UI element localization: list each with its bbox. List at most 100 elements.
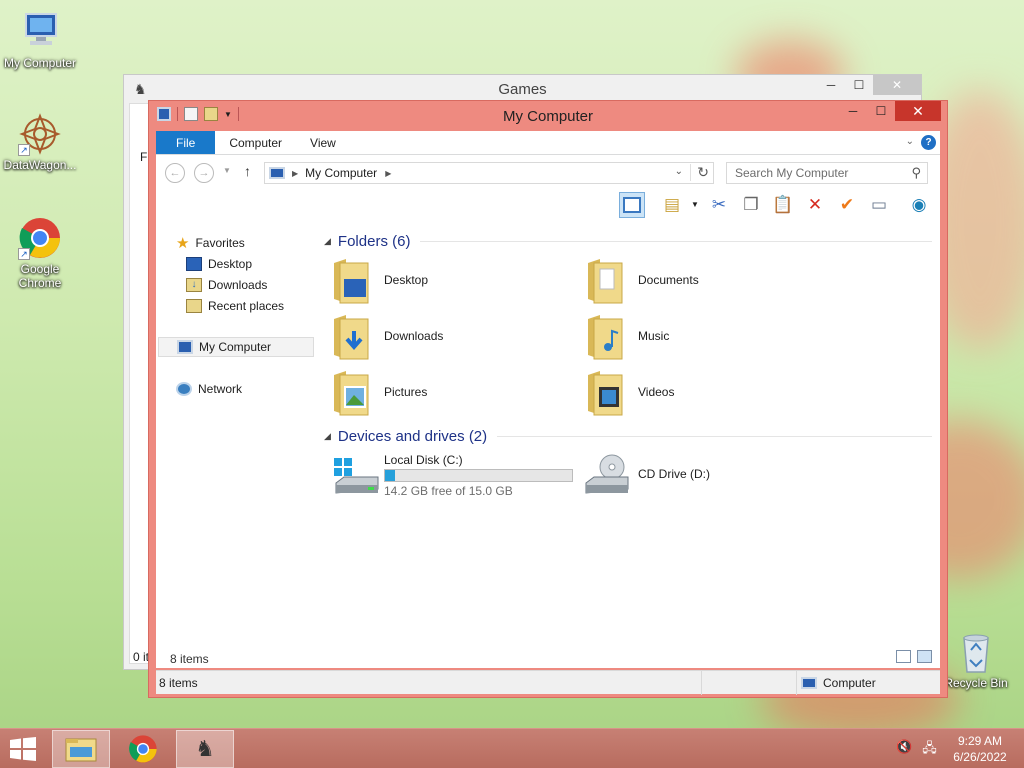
desktop-icon-datawagon[interactable]: ↗ DataWagon... (0, 112, 80, 172)
folder-downloads[interactable]: Downloads (328, 313, 568, 365)
close-button[interactable]: ✕ (895, 101, 941, 121)
chrome-icon (129, 735, 157, 763)
drive-d[interactable]: CD Drive (D:) (582, 453, 822, 505)
delete-icon[interactable]: ✕ (802, 192, 828, 218)
folder-videos[interactable]: Videos (582, 369, 822, 421)
folder-desktop[interactable]: Desktop (328, 257, 568, 309)
breadcrumb-chevron-icon[interactable]: ▶ (385, 169, 391, 178)
check-icon[interactable]: ✔ (834, 192, 860, 218)
status-location: Computer (823, 676, 876, 690)
search-input[interactable]: Search My Computer ⚲ (726, 162, 928, 184)
desktop-icon-recycle-bin[interactable]: Recycle Bin (936, 630, 1016, 690)
desktop-icon-label: Recycle Bin (944, 676, 1008, 690)
recycle-bin-icon (954, 630, 998, 674)
cd-drive-icon (585, 454, 629, 494)
folder-documents[interactable]: Documents (582, 257, 822, 309)
nav-my-computer[interactable]: My Computer (158, 337, 314, 357)
folder-label: Desktop (384, 273, 429, 287)
desktop-icon-chrome[interactable]: ↗ Google Chrome (0, 216, 80, 290)
taskbar-file-explorer[interactable] (52, 730, 110, 768)
recent-locations-icon[interactable]: ▼ (223, 166, 231, 175)
window-titlebar[interactable]: ▼ My Computer ─ ☐ ✕ (149, 101, 947, 131)
paste-icon[interactable]: 📋 (770, 192, 796, 218)
start-button[interactable] (8, 737, 38, 761)
desktop-icon-my-computer[interactable]: My Computer (0, 10, 80, 70)
nav-network[interactable]: Network (176, 379, 242, 399)
taskbar-clock[interactable]: 9:29 AM 6/26/2022 (950, 733, 1010, 765)
folder-label: Documents (638, 273, 699, 287)
cut-icon[interactable]: ✂ (706, 192, 732, 218)
clock-date: 6/26/2022 (953, 750, 1007, 764)
downloads-folder-icon (334, 315, 369, 360)
window-title: My Computer (502, 108, 594, 125)
games-app-icon: ♞ (134, 81, 147, 97)
tab-computer[interactable]: Computer (215, 131, 296, 154)
network-globe-icon[interactable]: ◉ (906, 192, 932, 218)
taskbar-games[interactable]: ♞ (176, 730, 234, 768)
refresh-icon[interactable]: ↻ (690, 164, 709, 181)
folder-music[interactable]: Music (582, 313, 822, 365)
preview-pane-icon[interactable] (619, 192, 645, 218)
windows-logo-icon (10, 737, 36, 761)
help-icon[interactable]: ? (921, 135, 936, 150)
games-titlebar[interactable]: ♞ Games ─ ☐ ✕ (124, 75, 921, 103)
drive-c[interactable]: Local Disk (C:) 14.2 GB free of 15.0 GB (328, 453, 578, 505)
properties-icon[interactable]: ▤ (659, 192, 685, 218)
up-button[interactable]: ↑ (244, 163, 251, 179)
status-items: 8 items (159, 676, 198, 690)
nav-label: Downloads (208, 278, 268, 292)
desktop-icon-label: My Computer (3, 56, 77, 70)
maximize-button[interactable]: ☐ (867, 101, 895, 121)
minimize-button[interactable]: ─ (817, 75, 845, 95)
expand-ribbon-icon[interactable]: ⌄ (906, 136, 914, 147)
close-button[interactable]: ✕ (873, 75, 921, 95)
drives-group-header[interactable]: ◢ Devices and drives (2) (324, 428, 932, 445)
taskbar: ♞ 🔇 🖧 9:29 AM 6/26/2022 (0, 728, 1024, 768)
volume-muted-icon[interactable]: 🔇 (896, 739, 912, 761)
folder-label: Downloads (384, 329, 444, 343)
maximize-button[interactable]: ☐ (845, 75, 873, 95)
desktop-folder-icon (334, 259, 369, 304)
rename-icon[interactable]: ▭ (866, 192, 892, 218)
nav-favorites[interactable]: ★ Favorites (176, 233, 245, 253)
my-computer-window[interactable]: ▼ My Computer ─ ☐ ✕ File Computer View ⌄… (148, 100, 948, 698)
address-bar[interactable]: ▶ My Computer ▶ ⌄ ↻ (264, 162, 714, 184)
games-title: Games (498, 80, 547, 98)
drive-name: Local Disk (C:) (384, 453, 463, 467)
ribbon-tabs: File Computer View ⌄ ? (156, 131, 940, 155)
tab-view[interactable]: View (296, 131, 350, 154)
downloads-icon: ↓ (186, 278, 202, 292)
nav-label: Recent places (208, 299, 285, 313)
computer-icon (269, 167, 285, 179)
desktop-icon-label: Google Chrome (18, 262, 62, 290)
breadcrumb-my-computer[interactable]: My Computer (305, 166, 377, 180)
tab-file[interactable]: File (156, 131, 216, 154)
details-view-icon[interactable] (896, 650, 911, 663)
games-status-fragment: 0 it (133, 650, 150, 664)
folder-label: Videos (638, 385, 675, 399)
folders-group-header[interactable]: ◢ Folders (6) (324, 233, 932, 250)
folder-pictures[interactable]: Pictures (328, 369, 568, 421)
breadcrumb-chevron-icon[interactable]: ▶ (292, 169, 298, 178)
network-status-icon[interactable]: 🖧 (922, 739, 937, 761)
navigation-pane: ★ Favorites Desktop ↓ Downloads Recent p… (156, 221, 318, 641)
dropdown-icon[interactable]: ▼ (691, 200, 699, 209)
nav-label: Favorites (195, 236, 245, 250)
address-dropdown-icon[interactable]: ⌄ (675, 166, 683, 177)
nav-downloads[interactable]: ↓ Downloads (186, 275, 267, 295)
desktop-icon (186, 257, 202, 271)
clock-time: 9:29 AM (957, 734, 1003, 748)
back-button[interactable]: ← (165, 163, 185, 183)
folder-label: Music (638, 329, 670, 343)
taskbar-chrome[interactable] (114, 730, 172, 768)
forward-button[interactable]: → (194, 163, 214, 183)
search-icon[interactable]: ⚲ (911, 165, 921, 181)
collapse-icon[interactable]: ◢ (324, 431, 331, 442)
nav-desktop[interactable]: Desktop (186, 254, 252, 274)
nav-recent-places[interactable]: Recent places (186, 296, 284, 316)
large-icons-view-icon[interactable] (917, 650, 932, 663)
collapse-icon[interactable]: ◢ (324, 236, 331, 247)
copy-icon[interactable]: ❐ (738, 192, 764, 218)
items-count: 8 items (170, 652, 209, 666)
minimize-button[interactable]: ─ (839, 101, 867, 121)
